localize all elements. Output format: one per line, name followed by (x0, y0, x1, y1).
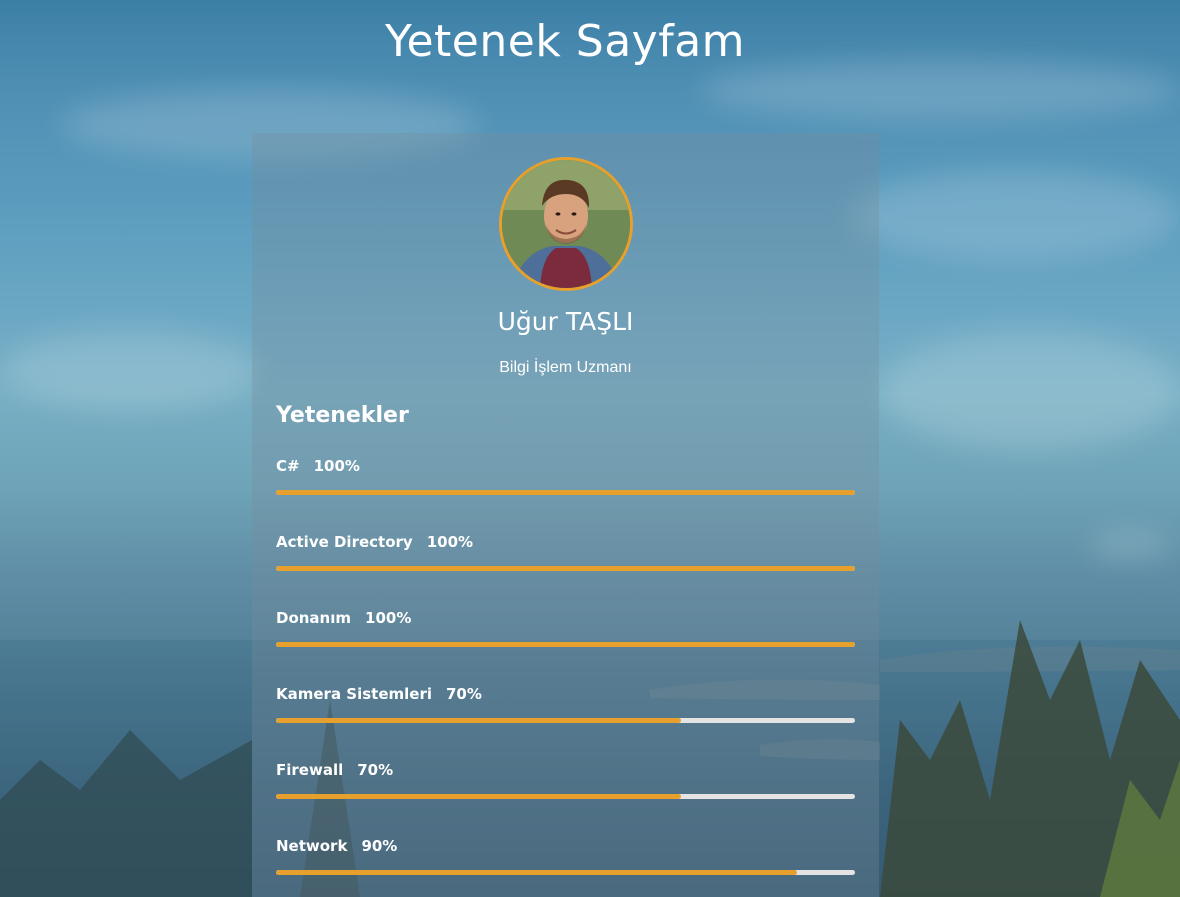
profile-photo (502, 160, 630, 288)
skill-progress-fill (276, 718, 682, 723)
page-title: Yetenek Sayfam (384, 16, 746, 67)
skill-percent: 90% (361, 837, 398, 855)
skill-progress-track (276, 794, 855, 799)
skill-progress-track (276, 566, 855, 571)
skill-progress-fill (276, 566, 855, 571)
skill-item: Active Directory 100% (276, 533, 855, 609)
skill-label: C# (276, 457, 300, 475)
skill-progress-fill (276, 870, 798, 875)
skill-item: Kamera Sistemleri 70% (276, 685, 855, 761)
skill-label: Active Directory (276, 533, 413, 551)
skill-label: Firewall (276, 761, 344, 779)
skill-label: Kamera Sistemleri (276, 685, 432, 703)
avatar (499, 157, 633, 291)
skill-percent: 70% (357, 761, 394, 779)
skill-progress-track (276, 642, 855, 647)
skill-item: C# 100% (276, 457, 855, 533)
skill-progress-track (276, 490, 855, 495)
skill-percent: 100% (426, 533, 474, 551)
skill-item: Network 90% (276, 837, 855, 897)
skills-heading: Yetenekler (276, 403, 409, 428)
skill-item: Donanım 100% (276, 609, 855, 685)
skill-percent: 100% (365, 609, 412, 627)
skill-progress-track (276, 718, 855, 723)
skill-progress-fill (276, 794, 682, 799)
skill-label: Donanım (276, 609, 352, 627)
skill-percent: 100% (313, 457, 360, 475)
skill-percent: 70% (446, 685, 482, 703)
profile-card: Uğur TAŞLI Bilgi İşlem Uzmanı Yetenekler… (252, 133, 879, 897)
skill-progress-track (276, 870, 855, 875)
profile-name: Uğur TAŞLI (497, 307, 634, 336)
profile-role: Bilgi İşlem Uzmanı (499, 359, 632, 376)
skill-progress-fill (276, 642, 855, 647)
skill-label: Network (276, 837, 348, 855)
skills-list: C# 100% Active Directory 100% Donanım 100% (276, 457, 855, 897)
skill-progress-fill (276, 490, 855, 495)
skill-item: Firewall 70% (276, 761, 855, 837)
